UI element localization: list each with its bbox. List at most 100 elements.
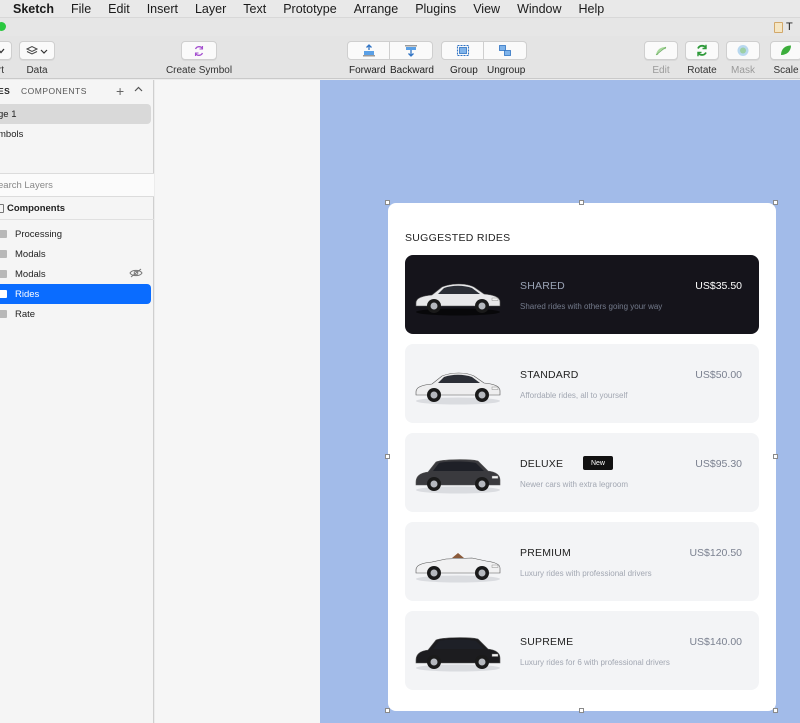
menu-layer[interactable]: Layer <box>195 2 226 16</box>
search-placeholder: earch Layers <box>0 179 53 191</box>
backward-button[interactable] <box>390 41 433 60</box>
create-symbol-tool[interactable]: Create Symbol <box>166 41 232 76</box>
create-symbol-button[interactable] <box>181 41 217 60</box>
ride-name: SUPREME <box>520 636 574 648</box>
selection-handle-t[interactable] <box>579 200 584 205</box>
group-segment <box>441 41 527 60</box>
menu-insert[interactable]: Insert <box>147 2 178 16</box>
selection-handle-b[interactable] <box>579 708 584 713</box>
ride-card-premium[interactable]: PREMIUM Luxury rides with professional d… <box>405 522 759 601</box>
scale-button[interactable] <box>770 41 800 60</box>
ride-name: DELUXE <box>520 458 564 470</box>
tab-pages[interactable]: ES <box>0 86 10 96</box>
layer-label: Rate <box>15 308 36 320</box>
layers-sidebar: ES COMPONENTS + ge 1 mbols earch Layers … <box>0 80 154 723</box>
menu-arrange[interactable]: Arrange <box>354 2 398 16</box>
menu-prototype[interactable]: Prototype <box>283 2 337 16</box>
components-group-label: Components <box>7 203 66 214</box>
car-suv-icon <box>415 637 501 672</box>
ungroup-icon <box>499 45 511 56</box>
send-backward-icon <box>405 45 417 57</box>
edit-label: Edit <box>652 65 670 76</box>
symbol-icon <box>194 45 204 56</box>
layer-label: Rides <box>15 288 40 300</box>
menu-window[interactable]: Window <box>517 2 561 16</box>
scale-tool[interactable]: Scale <box>770 41 800 76</box>
page-item-1[interactable]: ge 1 <box>0 104 151 124</box>
ride-card-supreme[interactable]: SUPREME Luxury rides for 6 with professi… <box>405 611 759 690</box>
ride-price: US$95.30 <box>695 458 742 470</box>
document-title: T <box>774 21 793 33</box>
hidden-eye-icon[interactable] <box>129 268 143 281</box>
group-button[interactable] <box>441 41 484 60</box>
backward-label: Backward <box>390 65 434 76</box>
menu-help[interactable]: Help <box>579 2 605 16</box>
add-page-icon[interactable]: + <box>116 83 125 99</box>
car-sedan-icon <box>415 372 501 405</box>
selection-handle-l[interactable] <box>385 454 390 459</box>
ride-card-shared[interactable]: SHARED Shared rides with others going yo… <box>405 255 759 334</box>
mask-tool[interactable]: Mask <box>726 41 760 76</box>
suggested-rides-artboard[interactable]: SUGGESTED RIDES SHARED Shared rides with… <box>388 203 776 711</box>
components-group-row[interactable]: Components <box>0 198 154 220</box>
rotate-label: Rotate <box>687 65 717 76</box>
layer-modals-hidden[interactable]: Modals <box>0 264 151 284</box>
car-sedan-icon <box>415 283 501 316</box>
layer-label: Modals <box>15 268 46 280</box>
data-tool[interactable]: Data <box>19 41 55 76</box>
folder-icon <box>0 310 7 318</box>
ride-price: US$50.00 <box>695 369 742 381</box>
page-item-label: mbols <box>0 128 24 140</box>
selection-handle-bl[interactable] <box>385 708 390 713</box>
insert-label: rt <box>0 65 5 76</box>
menu-view[interactable]: View <box>473 2 500 16</box>
data-button[interactable] <box>19 41 55 60</box>
rotate-button[interactable] <box>685 41 719 60</box>
ride-card-deluxe[interactable]: DELUXE New Newer cars with extra legroom… <box>405 433 759 512</box>
forward-button[interactable] <box>347 41 390 60</box>
edit-tool[interactable]: Edit <box>644 41 678 76</box>
ride-card-standard[interactable]: STANDARD Affordable rides, all to yourse… <box>405 344 759 423</box>
ride-name: SHARED <box>520 280 565 292</box>
mask-button[interactable] <box>726 41 760 60</box>
page-item-symbols[interactable]: mbols <box>0 124 151 144</box>
layer-rate[interactable]: Rate <box>0 304 151 324</box>
menu-plugins[interactable]: Plugins <box>415 2 456 16</box>
edit-button[interactable] <box>644 41 678 60</box>
new-badge: New <box>583 456 613 470</box>
layer-processing[interactable]: Processing <box>0 224 151 244</box>
artboard-icon <box>0 204 4 213</box>
search-layers-field[interactable]: earch Layers <box>0 173 154 197</box>
ride-description: Affordable rides, all to yourself <box>520 391 628 400</box>
canvas-area[interactable] <box>155 80 320 723</box>
folder-icon <box>0 290 7 298</box>
selection-handle-br[interactable] <box>773 708 778 713</box>
layer-modals[interactable]: Modals <box>0 244 151 264</box>
selection-handle-tr[interactable] <box>773 200 778 205</box>
layer-label: Processing <box>15 228 62 240</box>
menu-edit[interactable]: Edit <box>108 2 130 16</box>
arrange-segment <box>347 41 433 60</box>
ride-price: US$120.50 <box>689 547 742 559</box>
scale-icon <box>781 45 791 55</box>
bring-forward-icon <box>362 44 375 57</box>
window-zoom-button[interactable] <box>0 22 6 31</box>
document-title-text: T <box>786 21 793 33</box>
selection-handle-r[interactable] <box>773 454 778 459</box>
tab-components[interactable]: COMPONENTS <box>21 86 87 96</box>
menu-file[interactable]: File <box>71 2 91 16</box>
rotate-tool[interactable]: Rotate <box>685 41 719 76</box>
selection-handle-tl[interactable] <box>385 200 390 205</box>
insert-tool[interactable]: rt <box>0 41 12 76</box>
page-item-label: ge 1 <box>0 108 17 120</box>
menu-app[interactable]: Sketch <box>13 2 54 16</box>
collapse-chevron-icon[interactable] <box>134 84 143 95</box>
ride-description: Shared rides with others going your way <box>520 302 663 311</box>
layer-rides[interactable]: Rides <box>0 284 151 304</box>
ungroup-button[interactable] <box>484 41 527 60</box>
menu-text[interactable]: Text <box>243 2 266 16</box>
ride-description: Luxury rides with professional drivers <box>520 569 652 578</box>
group-label: Group <box>450 65 478 76</box>
sidebar-tabs: ES COMPONENTS + <box>0 80 153 102</box>
insert-button[interactable] <box>0 41 12 60</box>
